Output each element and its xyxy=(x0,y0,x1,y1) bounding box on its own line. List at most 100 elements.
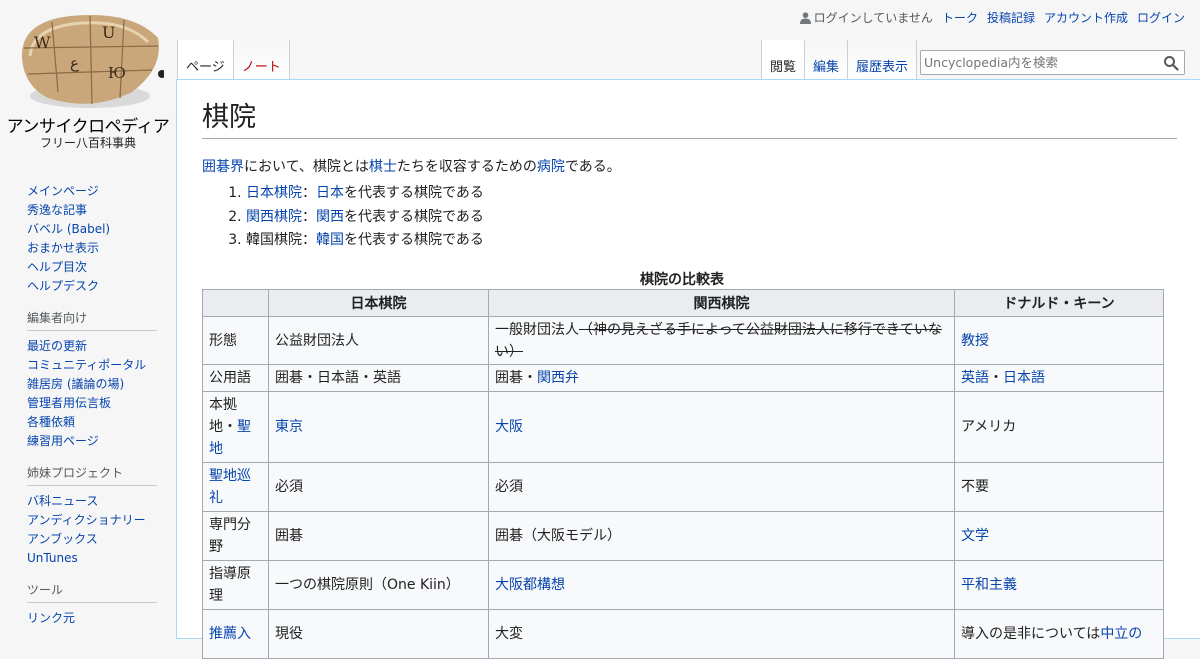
list-sep: ： xyxy=(302,232,316,248)
link-english[interactable]: 英語 xyxy=(961,370,989,386)
user-icon xyxy=(799,11,811,24)
article-body: 囲碁界において、棋院とは棋士たちを収容するための病院である。 日本棋院 ： 日本を代… xyxy=(202,156,1177,253)
nav-community-portal[interactable]: コミュニティポータル xyxy=(27,358,146,372)
link-pacifism[interactable]: 平和主義 xyxy=(961,577,1017,593)
link-kansai-kiin[interactable]: 関西棋院 xyxy=(246,209,302,225)
row-label: 専門分野 xyxy=(202,511,269,561)
link-osaka-metropolis-plan[interactable]: 大阪都構想 xyxy=(495,577,565,593)
intro-text-3: である。 xyxy=(564,159,621,175)
table-cell: 導入の是非については中立の xyxy=(954,609,1164,659)
cell-text: 囲碁・ xyxy=(495,370,537,386)
table-row: 公用語 囲碁・日本語・英語 囲碁・関西弁 英語・日本語 xyxy=(202,364,1164,392)
talk-link[interactable]: トーク xyxy=(942,9,978,26)
page-title: 棋院 xyxy=(202,100,1177,139)
table-cell: アメリカ xyxy=(954,391,1164,463)
search-icon[interactable] xyxy=(1163,55,1179,71)
nav-help-desk[interactable]: ヘルプデスク xyxy=(27,279,99,293)
table-row: 指導原理 一つの棋院原則（One Kiin） 大阪都構想 平和主義 xyxy=(202,560,1164,610)
link-kishi[interactable]: 棋士 xyxy=(369,159,397,175)
row-label: 推薦入 xyxy=(202,609,269,659)
tab-read[interactable]: 閲覧 xyxy=(761,40,806,80)
nav-editors-heading: 編集者向け xyxy=(27,309,157,331)
svg-text:Ю: Ю xyxy=(108,64,126,82)
nav-books[interactable]: アンブックス xyxy=(27,532,98,546)
contributions-link[interactable]: 投稿記録 xyxy=(987,9,1035,26)
nav-featured-articles[interactable]: 秀逸な記事 xyxy=(27,203,87,217)
nav-recent-changes[interactable]: 最近の更新 xyxy=(27,339,87,353)
table-cell: 平和主義 xyxy=(954,560,1164,610)
nav-tools-heading: ツール xyxy=(27,581,157,603)
list-item: 関西棋院：関西を代表する棋院である xyxy=(246,206,1177,230)
link-kansai[interactable]: 関西 xyxy=(316,209,344,225)
nav-random[interactable]: おまかせ表示 xyxy=(27,241,99,255)
search-input[interactable] xyxy=(924,53,1154,72)
link-go-world[interactable]: 囲碁界 xyxy=(202,159,244,175)
label-text: 本拠地・ xyxy=(209,397,237,435)
link-korea[interactable]: 韓国 xyxy=(316,232,344,248)
table-row: 専門分野 囲碁 囲碁（大阪モデル） 文学 xyxy=(202,511,1164,561)
nav-tools: ツール リンク元 xyxy=(27,581,157,628)
nav-village-pump[interactable]: 雑居房 (議論の場) xyxy=(27,377,124,391)
table-cell: 囲碁・関西弁 xyxy=(488,364,955,392)
intro-text-2: たちを収容するための xyxy=(396,159,537,175)
nav-requests[interactable]: 各種依頼 xyxy=(27,415,75,429)
row-label: 形態 xyxy=(202,316,269,365)
table-row: 推薦入 現役 大変 導入の是非については中立の xyxy=(202,609,1164,659)
header-donald-keene: ドナルド・キーン xyxy=(954,289,1164,317)
nav-sister: 姉妹プロジェクト バ科ニュース アンディクショナリー アンブックス UnTune… xyxy=(27,464,157,568)
nav-editors: 編集者向け 最近の更新 コミュニティポータル 雑居房 (議論の場) 管理者用伝言… xyxy=(27,309,157,451)
comparison-table: 日本棋院 関西棋院 ドナルド・キーン 形態 公益財団法人 一般財団法人（神の見え… xyxy=(202,289,1164,659)
table-cell: 英語・日本語 xyxy=(954,364,1164,392)
link-japan[interactable]: 日本 xyxy=(316,185,344,201)
link-osaka[interactable]: 大阪 xyxy=(495,419,523,435)
nav-dictionary[interactable]: アンディクショナリー xyxy=(27,513,146,527)
puzzle-globe-logo-icon: W U ع Ю xyxy=(21,14,164,108)
link-hospital[interactable]: 病院 xyxy=(537,159,565,175)
nav-admin-noticeboard[interactable]: 管理者用伝言板 xyxy=(27,396,111,410)
tab-talk[interactable]: ノート xyxy=(233,40,290,80)
tab-edit[interactable]: 編集 xyxy=(805,40,849,80)
nav-news[interactable]: バ科ニュース xyxy=(27,494,98,508)
link-pilgrimage[interactable]: 聖地巡礼 xyxy=(209,468,251,506)
table-cell: 現役 xyxy=(268,609,489,659)
link-literature[interactable]: 文学 xyxy=(961,528,989,544)
create-account-link[interactable]: アカウント作成 xyxy=(1044,9,1128,26)
table-cell: 囲碁・日本語・英語 xyxy=(268,364,489,392)
nav-untunes[interactable]: UnTunes xyxy=(27,551,78,565)
table-cell: 文学 xyxy=(954,511,1164,561)
table-header-row: 日本棋院 関西棋院 ドナルド・キーン xyxy=(202,289,1164,317)
list-text: を代表する棋院である xyxy=(344,208,484,225)
nav-main-page[interactable]: メインページ xyxy=(27,184,99,198)
link-tokyo[interactable]: 東京 xyxy=(275,419,303,435)
link-japanese[interactable]: 日本語 xyxy=(1003,370,1045,386)
nav-sister-heading: 姉妹プロジェクト xyxy=(27,464,157,486)
table-cell: 東京 xyxy=(268,391,489,463)
not-logged-in-label: ログインしていません xyxy=(813,11,933,25)
table-cell: 囲碁（大阪モデル） xyxy=(488,511,955,561)
tab-history[interactable]: 履歴表示 xyxy=(848,40,918,80)
tab-page[interactable]: ページ xyxy=(177,40,234,80)
search-box xyxy=(920,50,1185,75)
personal-bar: ログインしていません トーク 投稿記録 アカウント作成 ログイン xyxy=(799,9,1185,26)
site-logo[interactable]: W U ع Ю アンサイクロペディア フリー八百科事典 xyxy=(0,0,176,160)
intro-paragraph: 囲碁界において、棋院とは棋士たちを収容するための病院である。 xyxy=(202,156,1177,178)
table-cell: 大変 xyxy=(488,609,955,659)
link-neutral[interactable]: 中立の xyxy=(1100,626,1142,642)
row-label: 本拠地・聖地 xyxy=(202,391,269,463)
nav-what-links-here[interactable]: リンク元 xyxy=(27,611,75,625)
table-cell: 一つの棋院原則（One Kiin） xyxy=(268,560,489,610)
svg-text:ع: ع xyxy=(70,54,79,72)
nav-sandbox[interactable]: 練習用ページ xyxy=(27,434,99,448)
link-nihon-kiin[interactable]: 日本棋院 xyxy=(246,185,302,201)
table-cell: 必須 xyxy=(268,462,489,512)
table-cell: 不要 xyxy=(954,462,1164,512)
nav-help-contents[interactable]: ヘルプ目次 xyxy=(27,260,87,274)
link-kansai-dialect[interactable]: 関西弁 xyxy=(537,370,579,386)
login-link[interactable]: ログイン xyxy=(1137,9,1185,26)
link-recommendation[interactable]: 推薦入 xyxy=(209,626,251,642)
row-label: 指導原理 xyxy=(202,560,269,610)
nav-babel[interactable]: バベル (Babel) xyxy=(27,222,110,236)
table-cell: 教授 xyxy=(954,316,1164,365)
content-area: 棋院 囲碁界において、棋院とは棋士たちを収容するための病院である。 日本棋院 ： 日… xyxy=(176,79,1200,659)
link-professor[interactable]: 教授 xyxy=(961,333,989,349)
